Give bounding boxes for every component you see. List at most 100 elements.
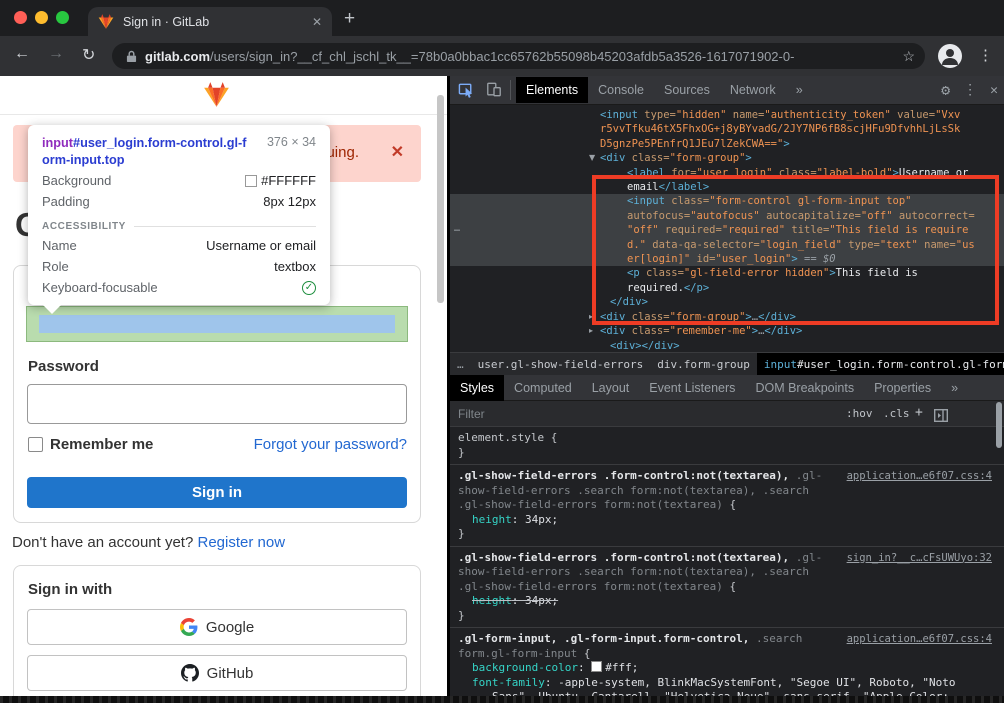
new-tab-button[interactable]: + — [344, 8, 355, 30]
tab-network[interactable]: Network — [720, 77, 786, 103]
tab-sources[interactable]: Sources — [654, 77, 720, 103]
css-property[interactable]: height: 34px; — [450, 594, 1004, 609]
tab-elements[interactable]: Elements — [516, 77, 588, 103]
back-icon[interactable]: ← — [14, 45, 30, 63]
oauth-title: Sign in with — [28, 581, 112, 598]
alert-close-icon[interactable]: ✕ — [391, 142, 404, 162]
remember-me-checkbox[interactable] — [28, 437, 43, 452]
css-rules-list: element.style {} application…e6f07.css:4.… — [450, 427, 1004, 696]
gutter-dots: … — [454, 222, 460, 236]
minimize-window-button[interactable] — [35, 11, 48, 24]
inspect-tooltip: input#user_login.form-control.gl-form-in… — [28, 125, 330, 305]
filter-input[interactable]: Filter — [458, 407, 485, 421]
github-button-label: GitHub — [207, 665, 254, 682]
breadcrumb-item[interactable]: input#user_login.form-control.gl-form-in… — [757, 353, 1004, 375]
css-selector-line[interactable]: form.gl-form-input { — [450, 647, 1004, 662]
profile-avatar-icon[interactable] — [938, 44, 962, 68]
stylesheet-source-link[interactable]: sign_in?__c…cFsUWUyo:32 — [847, 551, 992, 566]
devtools-panel: ElementsConsoleSourcesNetwork» ⚙ ⋮ ✕ <in… — [450, 76, 1004, 696]
register-now-link[interactable]: Register now — [198, 534, 286, 551]
css-property[interactable]: height: 34px; — [450, 513, 1004, 528]
toggle-class-button[interactable]: .cls — [883, 407, 910, 420]
css-closing-brace: } — [450, 527, 1004, 542]
tab-»[interactable]: » — [786, 77, 813, 103]
tab-properties[interactable]: Properties — [864, 375, 941, 401]
device-toolbar-icon[interactable] — [486, 81, 502, 102]
css-property[interactable]: font-family: -apple-system, BlinkMacSyst… — [450, 676, 1004, 697]
stylesheet-source-link[interactable]: application…e6f07.css:4 — [847, 469, 992, 484]
css-selector-line[interactable]: .gl-show-field-errors form:not(textarea)… — [450, 580, 1004, 595]
tab-»[interactable]: » — [941, 375, 968, 401]
github-signin-button[interactable]: GitHub — [27, 655, 407, 691]
styles-pane-tabs: StylesComputedLayoutEvent ListenersDOM B… — [450, 375, 1004, 401]
dom-tree-line[interactable]: D5gnzPe5PEnfrQ1JEu7lZekCWA=="> — [450, 137, 1004, 151]
tab-layout[interactable]: Layout — [582, 375, 640, 401]
breadcrumb-item[interactable]: div.form-group — [650, 353, 757, 375]
inspect-content-overlay — [39, 315, 395, 333]
tab-close-icon[interactable]: ✕ — [312, 15, 322, 29]
address-field[interactable]: gitlab.com/users/sign_in?__cf_chl_jschl_… — [112, 43, 925, 69]
dom-tree-line[interactable]: ▸<div class="remember-me">…</div> — [450, 324, 1004, 338]
url-host: gitlab.com — [145, 49, 210, 64]
browser-tab[interactable]: Sign in · GitLab ✕ — [88, 7, 332, 36]
tab-console[interactable]: Console — [588, 77, 654, 103]
css-property[interactable]: background-color: #fff; — [450, 661, 1004, 676]
breadcrumb-item[interactable]: user.gl-show-field-errors — [471, 353, 651, 375]
tooltip-background-value: #FFFFFF — [261, 173, 316, 188]
devtools-close-icon[interactable]: ✕ — [990, 83, 998, 98]
page-scrollbar[interactable] — [437, 95, 444, 303]
reload-icon[interactable]: ↻ — [82, 45, 95, 65]
google-signin-button[interactable]: Google — [27, 609, 407, 645]
color-swatch — [245, 175, 257, 187]
expand-arrow-icon[interactable]: ▸ — [589, 324, 600, 338]
tab-event-listeners[interactable]: Event Listeners — [639, 375, 745, 401]
breadcrumb: …user.gl-show-field-errorsdiv.form-group… — [450, 352, 1004, 375]
tab-computed[interactable]: Computed — [504, 375, 582, 401]
tab-dom-breakpoints[interactable]: DOM Breakpoints — [745, 375, 864, 401]
signin-button[interactable]: Sign in — [27, 477, 407, 508]
computed-sidebar-toggle-icon[interactable] — [934, 407, 948, 426]
inspect-highlight-box — [592, 175, 999, 325]
dom-tree-line[interactable]: <input type="hidden" name="authenticity_… — [450, 108, 1004, 122]
tooltip-background-label: Background — [42, 173, 111, 188]
css-selector-line[interactable]: show-field-errors .search form:not(texta… — [450, 484, 1004, 499]
new-style-rule-button[interactable]: + — [915, 405, 923, 420]
forward-icon[interactable]: → — [48, 45, 64, 63]
css-closing-brace: } — [450, 446, 1004, 461]
browser-menu-icon[interactable]: ⋮ — [978, 46, 993, 64]
expand-arrow-icon[interactable]: ▼ — [589, 151, 600, 165]
lock-icon — [126, 50, 137, 63]
zoom-window-button[interactable] — [56, 11, 69, 24]
browser-window: Sign in · GitLab ✕ + ← → ↻ gitlab.com/us… — [0, 0, 1004, 703]
css-selector-line[interactable]: application…e6f07.css:4.gl-show-field-er… — [450, 469, 1004, 484]
css-selector-line[interactable]: show-field-errors .search form:not(texta… — [450, 565, 1004, 580]
dom-tree-line[interactable]: ▼<div class="form-group"> — [450, 151, 1004, 165]
tooltip-accessibility-section: ACCESSIBILITY — [42, 221, 126, 232]
color-swatch[interactable] — [591, 661, 602, 672]
remember-me-label: Remember me — [50, 436, 153, 453]
inspect-element-icon[interactable] — [458, 81, 475, 102]
dom-tree-line[interactable]: r5vvTfku46tX5FhxOG+j8yBYvadG/2JY7NP6fB8s… — [450, 122, 1004, 136]
bookmark-star-icon[interactable]: ☆ — [902, 48, 915, 65]
styles-filter-bar: Filter :hov .cls + — [450, 401, 1004, 427]
dom-tree-line[interactable]: <div></div> — [450, 339, 1004, 353]
css-selector-line[interactable]: sign_in?__c…cFsUWUyo:32.gl-show-field-er… — [450, 551, 1004, 566]
settings-gear-icon[interactable]: ⚙ — [941, 81, 950, 99]
css-selector-line[interactable]: application…e6f07.css:4.gl-form-input, .… — [450, 632, 1004, 647]
tooltip-role-value: textbox — [274, 259, 316, 274]
breadcrumb-item[interactable]: … — [450, 353, 471, 375]
register-text: Don't have an account yet? — [12, 534, 198, 551]
forgot-password-link[interactable]: Forgot your password? — [254, 436, 407, 453]
password-input[interactable] — [27, 384, 407, 424]
css-selector-line[interactable]: element.style { — [450, 431, 1004, 446]
toggle-hover-state-button[interactable]: :hov — [846, 407, 873, 420]
register-row: Don't have an account yet? Register now — [12, 534, 285, 551]
tooltip-focusable-label: Keyboard-focusable — [42, 280, 158, 295]
css-selector-line[interactable]: .gl-show-field-errors form:not(textarea)… — [450, 498, 1004, 513]
css-rule: application…e6f07.css:4 .gl-show-field-er… — [450, 465, 1004, 547]
username-input-highlighted[interactable] — [27, 307, 407, 341]
stylesheet-source-link[interactable]: application…e6f07.css:4 — [847, 632, 992, 647]
devtools-menu-icon[interactable]: ⋮ — [963, 82, 977, 98]
close-window-button[interactable] — [14, 11, 27, 24]
tab-styles[interactable]: Styles — [450, 375, 504, 401]
